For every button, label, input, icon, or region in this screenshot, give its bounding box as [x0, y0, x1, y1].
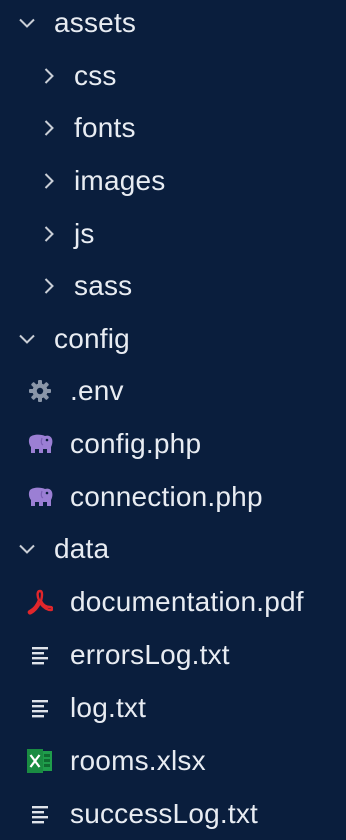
chevron-right-icon[interactable]	[38, 170, 60, 192]
file-label: config.php	[70, 428, 202, 459]
folder-assets[interactable]: assets	[0, 0, 346, 49]
folder-js[interactable]: js	[0, 208, 346, 260]
file-rooms-xlsx[interactable]: rooms.xlsx	[0, 735, 346, 787]
folder-css[interactable]: css	[0, 50, 346, 102]
folder-label: js	[74, 218, 95, 249]
folder-config[interactable]: config	[0, 313, 346, 365]
php-elephant-icon	[26, 430, 54, 458]
file-label: .env	[70, 375, 124, 406]
php-elephant-icon	[26, 483, 54, 511]
pdf-icon	[26, 588, 54, 616]
file-successlog-txt[interactable]: successLog.txt	[0, 788, 346, 840]
file-config-php[interactable]: config.php	[0, 418, 346, 470]
file-connection-php[interactable]: connection.php	[0, 471, 346, 523]
folder-label: images	[74, 165, 166, 196]
file-label: log.txt	[70, 692, 147, 723]
chevron-right-icon[interactable]	[38, 117, 60, 139]
folder-label: fonts	[74, 112, 136, 143]
file-explorer-tree: assets css fonts images js sass config .…	[0, 0, 346, 840]
folder-label: css	[74, 60, 117, 91]
chevron-right-icon[interactable]	[38, 223, 60, 245]
file-env[interactable]: .env	[0, 365, 346, 417]
chevron-right-icon[interactable]	[38, 65, 60, 87]
file-label: rooms.xlsx	[70, 745, 206, 776]
file-documentation-pdf[interactable]: documentation.pdf	[0, 576, 346, 628]
file-label: errorsLog.txt	[70, 639, 230, 670]
folder-fonts[interactable]: fonts	[0, 102, 346, 154]
file-label: successLog.txt	[70, 798, 258, 829]
chevron-down-icon[interactable]	[16, 538, 38, 560]
text-lines-icon	[26, 800, 54, 828]
text-lines-icon	[26, 694, 54, 722]
folder-data[interactable]: data	[0, 523, 346, 575]
text-lines-icon	[26, 641, 54, 669]
folder-label: sass	[74, 270, 133, 301]
chevron-down-icon[interactable]	[16, 12, 38, 34]
file-log-txt[interactable]: log.txt	[0, 682, 346, 734]
folder-label: data	[54, 533, 110, 564]
chevron-down-icon[interactable]	[16, 328, 38, 350]
chevron-right-icon[interactable]	[38, 275, 60, 297]
excel-icon	[26, 747, 54, 775]
folder-sass[interactable]: sass	[0, 260, 346, 312]
file-errorslog-txt[interactable]: errorsLog.txt	[0, 629, 346, 681]
folder-label: config	[54, 323, 130, 354]
file-label: connection.php	[70, 481, 263, 512]
file-label: documentation.pdf	[70, 586, 304, 617]
folder-images[interactable]: images	[0, 155, 346, 207]
folder-label: assets	[54, 7, 137, 38]
gear-icon	[26, 377, 54, 405]
